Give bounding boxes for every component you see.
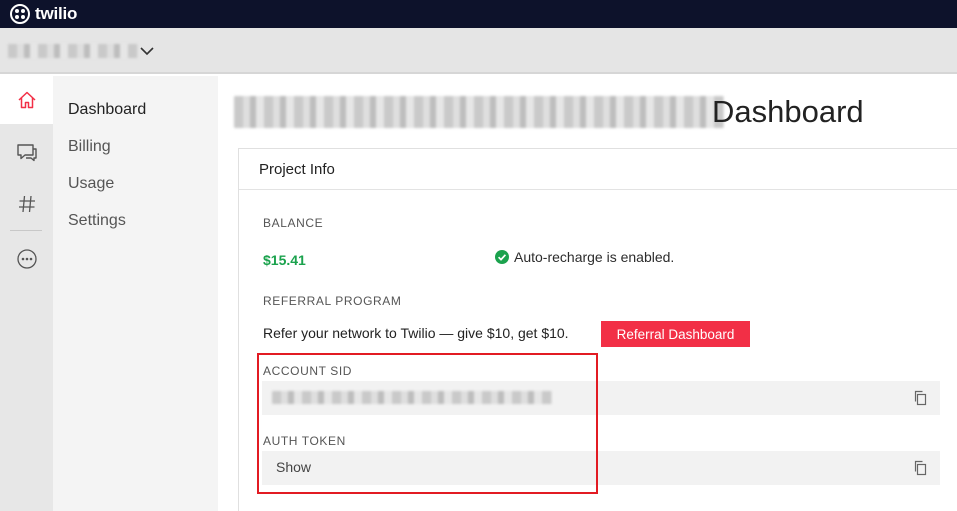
account-sid-label: ACCOUNT SID xyxy=(263,364,353,378)
copy-icon[interactable] xyxy=(913,460,928,476)
account-sid-field[interactable] xyxy=(262,381,940,415)
card-header: Project Info xyxy=(239,149,957,190)
subnav-item-settings[interactable]: Settings xyxy=(68,212,126,230)
project-info-card: Project Info BALANCE $15.41 Auto-recharg… xyxy=(238,148,957,511)
chevron-down-icon[interactable] xyxy=(138,42,156,60)
balance-value: $15.41 xyxy=(263,252,306,268)
auth-token-label: AUTH TOKEN xyxy=(263,434,346,448)
twilio-logo-icon xyxy=(10,4,30,24)
rail-home[interactable] xyxy=(0,76,53,124)
account-sid-redacted xyxy=(272,391,552,404)
rail-more[interactable] xyxy=(0,235,53,283)
referral-text: Refer your network to Twilio — give $10,… xyxy=(263,325,569,341)
home-icon xyxy=(17,91,36,109)
twilio-logo[interactable]: twilio xyxy=(10,3,77,25)
account-bar xyxy=(0,28,957,74)
more-ellipsis-icon xyxy=(16,249,37,269)
balance-label: BALANCE xyxy=(263,216,324,230)
referral-program-label: REFERRAL PROGRAM xyxy=(263,294,402,308)
hashtag-icon xyxy=(18,195,35,213)
chat-bubbles-icon xyxy=(16,144,37,162)
project-name-redacted xyxy=(234,96,724,128)
subnav-item-dashboard[interactable]: Dashboard xyxy=(68,101,146,119)
copy-icon[interactable] xyxy=(913,390,928,406)
auto-recharge-text: Auto-recharge is enabled. xyxy=(514,249,675,265)
show-auth-token-link[interactable]: Show xyxy=(276,459,311,475)
account-name-redacted[interactable] xyxy=(8,44,138,58)
check-circle-icon xyxy=(495,250,509,264)
rail-numbers[interactable] xyxy=(0,180,53,228)
sub-navigation: Dashboard Billing Usage Settings xyxy=(53,76,218,511)
subnav-item-usage[interactable]: Usage xyxy=(68,175,114,193)
icon-rail xyxy=(0,76,53,511)
logo-text: twilio xyxy=(35,4,78,23)
subnav-item-billing[interactable]: Billing xyxy=(68,138,111,156)
rail-messaging[interactable] xyxy=(0,128,53,176)
page-title: Dashboard xyxy=(712,94,864,129)
auth-token-field: Show xyxy=(262,451,940,485)
referral-dashboard-button[interactable]: Referral Dashboard xyxy=(601,321,750,347)
auto-recharge-status: Auto-recharge is enabled. xyxy=(495,249,674,265)
top-nav-bar: twilio xyxy=(0,0,957,28)
card-title: Project Info xyxy=(259,161,335,178)
main-content: Dashboard Project Info BALANCE $15.41 Au… xyxy=(218,76,957,511)
rail-divider xyxy=(10,230,42,231)
